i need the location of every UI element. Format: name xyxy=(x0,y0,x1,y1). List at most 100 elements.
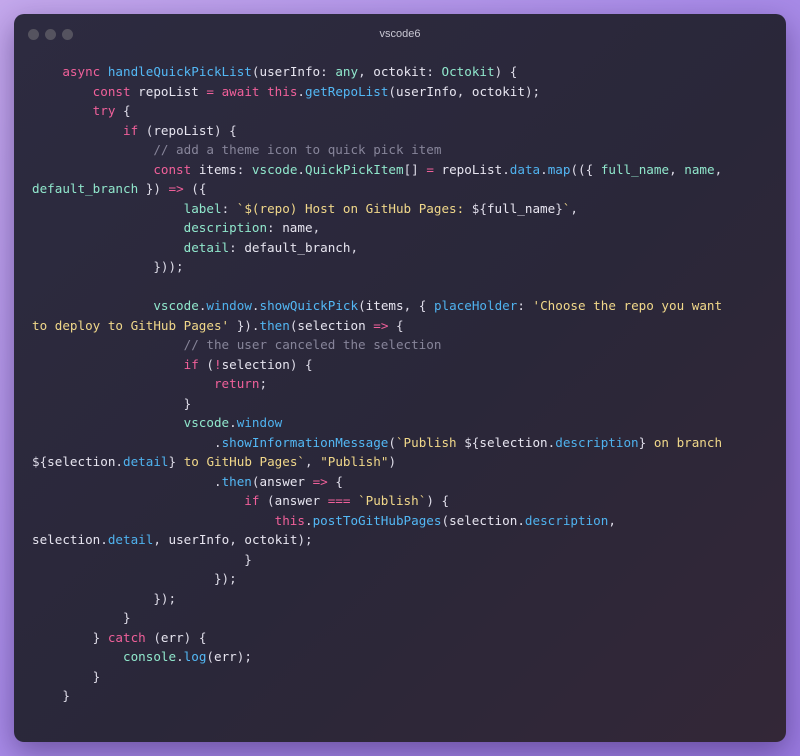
code-token: this xyxy=(267,83,298,99)
code-token: ); xyxy=(236,649,252,664)
code-token: to GitHub Pages` xyxy=(176,454,306,469)
code-token: : xyxy=(426,64,442,79)
code-token: on branch xyxy=(646,434,723,450)
code-token: answer xyxy=(274,493,321,508)
code-token: , xyxy=(608,512,616,528)
code-token: . xyxy=(297,83,306,99)
code-token: repoList xyxy=(153,122,214,138)
code-token: }); xyxy=(32,571,237,586)
code-line: vscode.window xyxy=(32,413,772,433)
code-line: // add a theme icon to quick pick item xyxy=(32,140,772,160)
window-title: vscode6 xyxy=(379,28,421,40)
code-token: ); xyxy=(297,532,313,547)
code-token: : xyxy=(236,161,252,177)
code-token: }); xyxy=(32,590,177,606)
code-line: console.log(err); xyxy=(32,647,772,667)
code-token: // add a theme icon to quick pick item xyxy=(32,142,442,157)
code-token: , xyxy=(312,220,321,235)
code-token: then xyxy=(259,317,290,333)
code-line: } xyxy=(32,394,772,414)
code-token: const xyxy=(32,83,139,99)
code-token: `Publish` xyxy=(358,493,427,508)
code-token: handleQuickPickList xyxy=(107,64,252,79)
code-line: vscode.window.showQuickPick(items, { pla… xyxy=(32,296,772,316)
code-token: ( xyxy=(388,434,396,450)
code-token: ) { xyxy=(289,356,313,372)
code-token: , xyxy=(570,200,578,216)
code-token: . xyxy=(32,473,222,489)
code-token: getRepoList xyxy=(305,83,389,99)
code-token: window xyxy=(236,415,283,430)
code-token: . xyxy=(100,532,108,547)
code-token: { xyxy=(335,473,343,489)
code-token: ) xyxy=(388,454,397,469)
code-token: } xyxy=(555,200,563,216)
code-token: full_name xyxy=(486,200,556,216)
code-token: placeHolder xyxy=(433,298,518,313)
code-line: selection.detail, userInfo, octokit); xyxy=(32,530,772,550)
code-token: description xyxy=(32,220,268,235)
code-line: async handleQuickPickList(userInfo: any,… xyxy=(32,62,772,82)
code-token: this xyxy=(32,512,305,528)
code-token: selection xyxy=(449,512,518,528)
code-token: vscode xyxy=(32,298,199,313)
code-token: . xyxy=(540,161,548,177)
code-token: = xyxy=(426,161,434,177)
code-line: try { xyxy=(32,101,772,121)
code-token: repoList xyxy=(441,161,503,177)
code-token: ) { xyxy=(494,64,518,79)
code-token: err xyxy=(214,649,237,664)
code-token: if xyxy=(32,122,146,138)
code-token: console xyxy=(32,649,177,664)
code-token: , xyxy=(456,83,472,99)
code-token: showInformationMessage xyxy=(221,434,389,450)
code-line: } xyxy=(32,686,772,706)
code-token: , { xyxy=(403,298,434,313)
code-token: . xyxy=(229,415,237,430)
code-token: . xyxy=(115,454,124,469)
code-token: try xyxy=(32,103,123,118)
code-line: }); xyxy=(32,569,772,589)
code-line: } catch (err) { xyxy=(32,628,772,648)
code-line: ${selection.detail} to GitHub Pages`, "P… xyxy=(32,452,772,472)
code-token: ( xyxy=(153,629,161,645)
code-block: async handleQuickPickList(userInfo: any,… xyxy=(32,62,772,706)
code-token: , xyxy=(153,532,169,547)
code-token: ${ xyxy=(464,434,480,450)
code-line: if (!selection) { xyxy=(32,355,772,375)
code-line: } xyxy=(32,608,772,628)
code-token: }) xyxy=(138,181,169,196)
code-token: ${ xyxy=(32,454,48,469)
code-token: answer xyxy=(259,473,306,489)
code-token: , xyxy=(358,64,374,79)
code-token: } xyxy=(32,551,252,567)
code-token: , xyxy=(669,161,685,177)
code-token: detail xyxy=(107,532,154,547)
code-token: selection xyxy=(32,532,101,547)
code-token: catch xyxy=(107,629,154,645)
code-token: userInfo xyxy=(396,83,457,99)
code-token: : xyxy=(517,298,533,313)
code-token: showQuickPick xyxy=(259,298,359,313)
code-token: vscode xyxy=(251,161,298,177)
code-token: } xyxy=(32,668,101,684)
code-token: userInfo xyxy=(168,532,230,547)
code-token: => xyxy=(365,317,397,333)
code-token: : xyxy=(267,220,283,235)
code-token: } xyxy=(168,454,177,469)
code-token: ({ xyxy=(183,181,207,196)
code-token: `Publish xyxy=(395,434,465,450)
code-token: ( xyxy=(267,493,275,508)
code-token: , xyxy=(229,532,245,547)
code-token: } xyxy=(32,688,70,703)
code-token: === xyxy=(320,493,359,508)
code-token: : xyxy=(320,64,336,79)
code-token: ; xyxy=(259,376,268,391)
code-token: full_name xyxy=(600,161,670,177)
code-token: postToGitHubPages xyxy=(312,512,442,528)
code-token: ); xyxy=(524,83,541,99)
code-token: . xyxy=(297,161,305,177)
code-token: await xyxy=(221,83,268,99)
